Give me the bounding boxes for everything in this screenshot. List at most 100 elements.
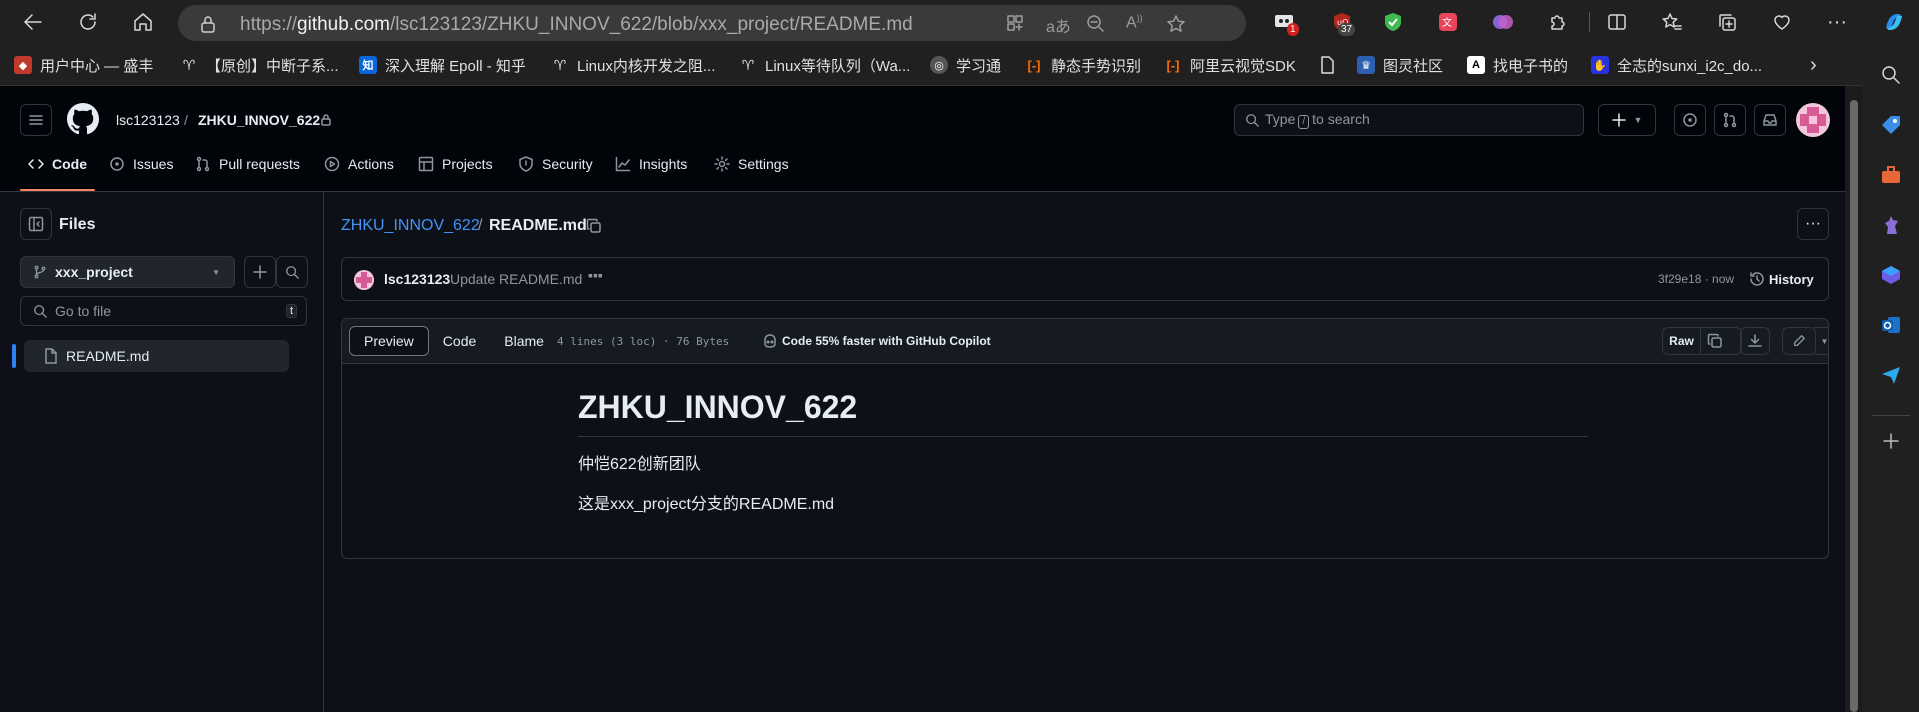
more-options-button[interactable]: ··· [1797,208,1829,240]
url-text[interactable]: https://github.com/lsc123123/ZHKU_INNOV_… [240,14,913,36]
download-button[interactable] [1740,327,1770,355]
favorites-icon[interactable] [1658,8,1686,36]
games-chess-icon[interactable] [1878,212,1904,238]
go-to-file-input[interactable]: Go to file t [20,296,307,326]
send-plane-icon[interactable] [1878,362,1904,388]
app-available-icon[interactable] [1006,14,1024,32]
extension-translate-icon[interactable]: 文 [1434,8,1462,36]
tab-security[interactable]: Security [518,156,593,192]
extensions-puzzle-icon[interactable] [1544,8,1572,36]
tab-issues[interactable]: Issues [109,156,173,192]
blame-view-tab[interactable]: Blame [490,326,558,356]
code-view-tab[interactable]: Code [429,326,490,356]
issue-icon [110,157,124,171]
copy-icon[interactable] [1707,333,1723,349]
avatar[interactable] [354,270,374,290]
translate-page-icon[interactable]: aあ [1046,13,1071,37]
commit-sha-time[interactable]: 3f29e18 · now [1658,272,1734,286]
bookmark-item[interactable]: ◆ 用户中心 — 盛丰 [14,54,153,76]
bookmark-item[interactable]: ♛ 图灵社区 [1357,54,1443,76]
collapse-sidebar-button[interactable] [20,208,52,240]
raw-button[interactable]: Raw [1663,328,1701,354]
commit-author[interactable]: lsc123123 [384,271,450,287]
bookmarks-overflow-chevron-icon[interactable]: › [1810,54,1817,76]
scrollbar-thumb[interactable] [1850,100,1858,712]
ellipsis-icon[interactable]: ▪▪▪ [588,267,603,283]
refresh-button[interactable] [71,5,105,39]
bookmark-item[interactable]: A 找电子书的 [1467,54,1568,76]
extension-ublock-icon[interactable]: uO 37 [1328,8,1356,36]
path-repo-link[interactable]: ZHKU_INNOV_622 [341,217,480,235]
aliyun-icon: [-] [1166,57,1180,73]
bookmark-label: Linux等待队列（Wa... [765,57,911,75]
more-menu-icon[interactable]: ··· [1823,8,1851,36]
bookmark-item[interactable]: ✋ 全志的sunxi_i2c_do... [1591,54,1762,76]
favorite-star-icon[interactable] [1166,14,1186,34]
tab-insights[interactable]: Insights [615,156,687,192]
avatar[interactable] [1796,103,1830,137]
wowo-icon: ♈ [553,56,567,73]
bookmark-item[interactable] [1318,54,1344,76]
bookmark-item[interactable]: 知深入理解 Epoll - 知乎 [359,54,526,76]
history-link[interactable]: History [1769,272,1814,287]
zoom-out-icon[interactable] [1086,14,1104,32]
add-file-button[interactable] [244,256,276,288]
toolbar-divider [1589,12,1590,32]
tab-actions[interactable]: Actions [324,156,394,192]
browser-essentials-icon[interactable] [1768,8,1796,36]
edit-options-button[interactable]: ▼ [1814,327,1828,355]
inbox-button[interactable] [1754,104,1786,136]
home-button[interactable] [126,5,160,39]
browser-toolbar: https://github.com/lsc123123/ZHKU_INNOV_… [0,0,1919,44]
search-files-button[interactable] [276,256,308,288]
extension-pc-icon[interactable]: 1 [1270,8,1299,36]
sidebar-search-icon[interactable] [1878,62,1904,88]
hamburger-menu-button[interactable] [20,104,52,136]
file-name: README.md [66,348,150,364]
github-search-input[interactable]: Type / to search [1234,104,1584,136]
issues-button[interactable] [1674,104,1706,136]
bookmark-item[interactable]: ♈ Linux内核开发之阻... [551,54,716,76]
back-button[interactable] [16,5,50,39]
copilot-promo-link[interactable]: Code 55% faster with GitHub Copilot [782,334,991,348]
create-new-button[interactable]: ▼ [1598,104,1656,136]
github-header: lsc123123 / ZHKU_INNOV_622 Type / to searc… [0,86,1845,192]
tab-code[interactable]: Code [28,156,87,192]
split-screen-icon[interactable] [1603,8,1631,36]
add-sidebar-app-icon[interactable] [1878,428,1904,454]
copilot-icon[interactable] [1880,8,1908,36]
read-aloud-icon[interactable]: A)) [1126,13,1143,32]
tools-briefcase-icon[interactable] [1878,162,1904,188]
pull-requests-button[interactable] [1714,104,1746,136]
commit-message[interactable]: Update README.md [450,271,582,287]
extension-shield-check-icon[interactable] [1379,8,1407,36]
bookmark-item[interactable]: [-] 阿里云视觉SDK [1164,54,1296,76]
microsoft-365-icon[interactable] [1878,262,1904,288]
edit-file-button[interactable] [1782,327,1816,355]
breadcrumb-owner-link[interactable]: lsc123123 [116,112,180,128]
tab-projects[interactable]: Projects [418,156,493,192]
tab-pull-requests[interactable]: Pull requests [195,156,300,192]
breadcrumb-repo-link[interactable]: ZHKU_INNOV_622 [198,112,320,128]
github-logo-icon[interactable] [67,103,99,135]
extension-brain-icon[interactable] [1489,8,1517,36]
file-tree-item[interactable]: README.md [24,340,289,372]
bookmark-item[interactable]: ♈ Linux等待队列（Wa... [739,54,911,76]
chevron-down-icon: ▼ [1633,115,1643,125]
address-bar[interactable]: https://github.com/lsc123123/ZHKU_INNOV_… [178,5,1246,41]
bookmark-item[interactable]: ♈ 【原创】中断子系... [180,54,339,76]
preview-tab[interactable]: Preview [349,326,429,356]
outlook-icon[interactable] [1878,312,1904,338]
gear-icon [714,156,730,172]
tab-label: Pull requests [219,156,300,172]
collections-icon[interactable] [1713,8,1741,36]
git-pull-request-icon [1723,112,1737,128]
home-icon [134,13,152,31]
shopping-tag-icon[interactable] [1878,112,1904,138]
copy-path-icon[interactable] [586,218,602,234]
branch-selector[interactable]: xxx_project ▼ [20,256,235,288]
sidebar-collapse-icon [28,216,44,232]
bookmark-item[interactable]: ◎ 学习通 [930,54,1001,76]
tab-settings[interactable]: Settings [714,156,789,192]
bookmark-item[interactable]: [-] 静态手势识别 [1025,54,1142,76]
